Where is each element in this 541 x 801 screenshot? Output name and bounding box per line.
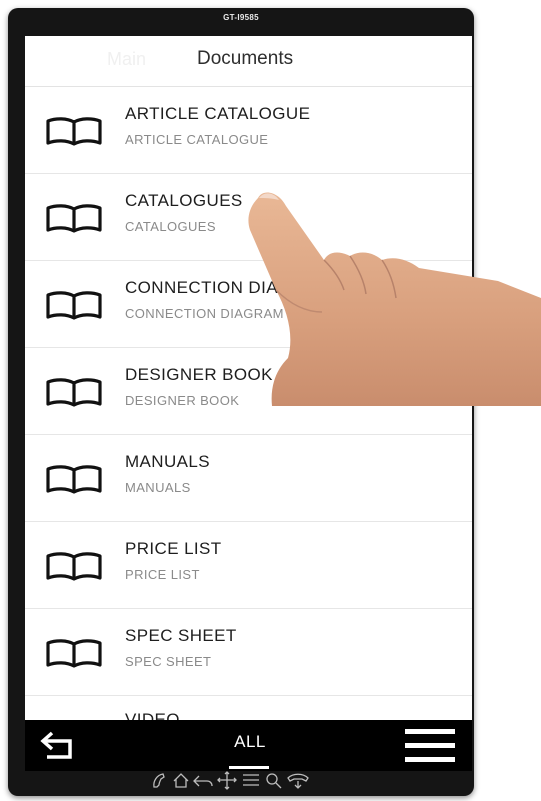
device-model-label: GT-I9585 [223, 13, 259, 22]
item-subtitle: PRICE LIST [125, 567, 200, 582]
book-icon [46, 552, 102, 581]
list-item[interactable]: SPEC SHEET SPEC SHEET [25, 609, 472, 696]
list-item[interactable]: ARTICLE CATALOGUE ARTICLE CATALOGUE [25, 87, 472, 174]
item-title: ARTICLE CATALOGUE [125, 104, 311, 123]
move-icon[interactable] [217, 771, 237, 790]
navigation-bar: Main Documents [25, 36, 472, 87]
item-subtitle: SPEC SHEET [125, 654, 212, 669]
list-item[interactable]: PRICE LIST PRICE LIST [25, 522, 472, 609]
book-icon [46, 117, 102, 146]
hamburger-menu-icon[interactable] [405, 728, 455, 764]
item-subtitle: ARTICLE CATALOGUE [125, 132, 269, 147]
return-arrow-icon[interactable] [39, 728, 79, 762]
item-title: SPEC SHEET [125, 626, 237, 645]
tab-active-indicator [229, 766, 269, 769]
item-subtitle: MANUALS [125, 480, 191, 495]
search-icon[interactable] [266, 773, 282, 789]
list-icon[interactable] [243, 774, 259, 786]
book-icon [46, 639, 102, 668]
book-icon [46, 291, 102, 320]
home-icon[interactable] [173, 773, 189, 788]
item-subtitle: CATALOGUES [125, 219, 216, 234]
back-icon[interactable] [193, 775, 213, 787]
item-title: PRICE LIST [125, 539, 222, 558]
item-title: MANUALS [125, 452, 210, 471]
pointing-hand-image [248, 192, 541, 406]
hardware-keys-bar [153, 771, 309, 790]
call-icon[interactable] [153, 773, 165, 788]
tab-all[interactable]: ALL [215, 732, 285, 752]
book-icon [46, 465, 102, 494]
item-title: CATALOGUES [125, 191, 243, 210]
bottom-toolbar: ALL [25, 720, 472, 771]
nav-back-main[interactable]: Main [107, 49, 146, 70]
page-title: Documents [197, 48, 294, 69]
hang-up-icon[interactable] [287, 773, 309, 789]
book-icon [46, 378, 102, 407]
item-subtitle: DESIGNER BOOK [125, 393, 240, 408]
book-icon [46, 204, 102, 233]
list-item[interactable]: MANUALS MANUALS [25, 435, 472, 522]
